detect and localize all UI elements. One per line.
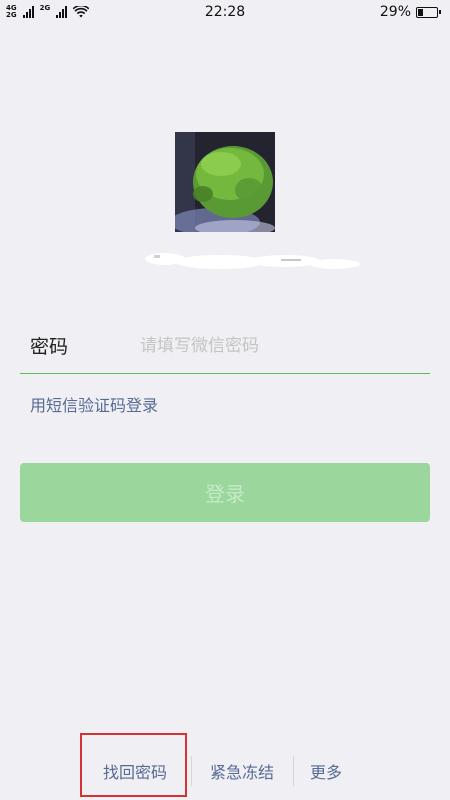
sms-login-link[interactable]: 用短信验证码登录 <box>30 392 158 416</box>
login-button[interactable]: 登录 <box>20 463 430 522</box>
wifi-icon <box>73 6 90 18</box>
network-type-bottom: 2G <box>6 11 17 19</box>
battery-percent: 29% <box>379 4 411 20</box>
highlight-annotation-box <box>80 733 187 797</box>
password-row: 密码 <box>20 318 430 374</box>
emergency-freeze-link[interactable]: 紧急冻结 <box>192 752 292 790</box>
status-left: 4G 2G 2G <box>0 5 90 19</box>
status-right: 29% <box>380 4 450 20</box>
bottom-links: 找回密码 紧急冻结 更多 <box>0 752 450 790</box>
account-name <box>145 253 360 269</box>
signal-strength-icon <box>22 6 34 18</box>
password-input[interactable] <box>140 335 430 356</box>
password-label: 密码 <box>30 336 69 358</box>
status-bar: 4G 2G 2G 22:28 29% <box>0 0 450 24</box>
avatar <box>175 132 275 232</box>
signal-strength-icon-2 <box>56 6 68 18</box>
battery-fill <box>418 8 423 16</box>
battery-icon <box>416 6 441 18</box>
network-type-indicator-2: 2G <box>40 5 51 19</box>
more-link[interactable]: 更多 <box>294 752 358 790</box>
network-type-indicator: 4G 2G <box>6 5 17 19</box>
